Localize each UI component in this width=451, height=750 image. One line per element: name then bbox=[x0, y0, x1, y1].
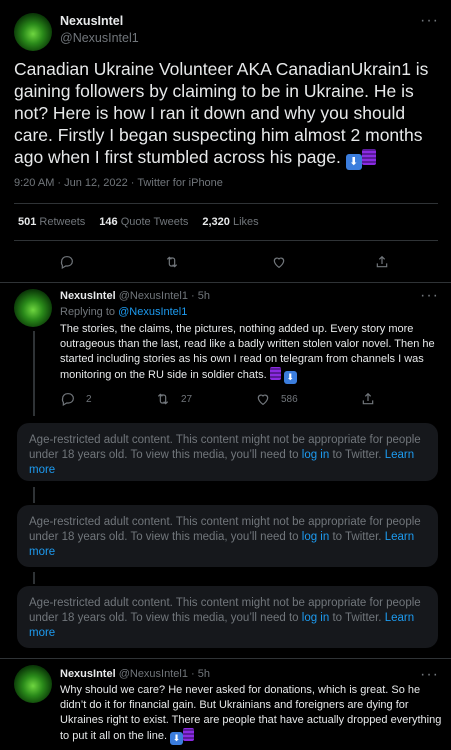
down-arrow-emoji: ⬇ bbox=[345, 154, 362, 170]
like-count: 586 bbox=[281, 393, 298, 405]
author-handle[interactable]: @NexusIntel1 · 5h bbox=[119, 668, 210, 680]
avatar[interactable] bbox=[14, 289, 52, 327]
engagement-stats: 501 Retweets 146 Quote Tweets 2,320 Like… bbox=[18, 216, 259, 228]
age-restricted-notice: Age-restricted adult content. This conte… bbox=[17, 505, 438, 567]
reply-icon bbox=[60, 256, 73, 270]
author-name[interactable]: NexusIntel bbox=[60, 290, 116, 302]
more-icon[interactable]: ··· bbox=[420, 666, 439, 684]
retweet-count: 27 bbox=[181, 393, 193, 405]
down-arrow-emoji: ⬇ bbox=[170, 732, 184, 745]
retweet-button[interactable]: 27 bbox=[155, 391, 192, 407]
login-link[interactable]: log in bbox=[302, 449, 330, 461]
avatar[interactable] bbox=[14, 665, 52, 703]
avatar[interactable] bbox=[14, 13, 52, 51]
retweet-button[interactable] bbox=[164, 254, 180, 270]
like-button[interactable] bbox=[271, 254, 287, 270]
author-handle[interactable]: @NexusIntel1 bbox=[60, 31, 139, 45]
thread-emoji bbox=[269, 367, 281, 380]
share-button[interactable] bbox=[374, 254, 390, 270]
reply-text: The stories, the claims, the pictures, n… bbox=[60, 323, 435, 384]
likes-stat[interactable]: 2,320 Likes bbox=[202, 216, 258, 228]
login-link[interactable]: log in bbox=[302, 531, 330, 543]
replying-to-link[interactable]: @NexusIntel1 bbox=[118, 306, 187, 318]
like-icon bbox=[273, 257, 285, 269]
reply-icon bbox=[61, 393, 74, 407]
reply-button[interactable] bbox=[59, 254, 75, 270]
reply-button[interactable]: 2 bbox=[60, 391, 92, 407]
login-link[interactable]: log in bbox=[302, 612, 330, 624]
down-arrow-emoji: ⬇ bbox=[283, 371, 297, 384]
share-button[interactable] bbox=[360, 391, 376, 407]
share-icon bbox=[362, 392, 374, 405]
author-name[interactable]: NexusIntel bbox=[60, 668, 116, 680]
like-button[interactable]: 586 bbox=[255, 391, 298, 407]
reply-count: 2 bbox=[86, 393, 92, 405]
replying-to: Replying to @NexusIntel1 bbox=[60, 306, 188, 318]
thread-emoji bbox=[183, 728, 195, 741]
author-name[interactable]: NexusIntel bbox=[60, 14, 123, 28]
reply-header: NexusIntel @NexusIntel1 · 5h bbox=[60, 668, 210, 680]
share-icon bbox=[376, 255, 388, 268]
tweet-text: Canadian Ukraine Volunteer AKA CanadianU… bbox=[14, 59, 429, 170]
retweet-icon bbox=[157, 393, 169, 405]
age-restricted-notice: Age-restricted adult content. This conte… bbox=[17, 586, 438, 648]
tweet-meta: 9:20 AM · Jun 12, 2022 · Twitter for iPh… bbox=[14, 177, 223, 189]
thread-emoji bbox=[361, 149, 376, 165]
quotes-stat[interactable]: 146 Quote Tweets bbox=[99, 216, 188, 228]
retweet-icon bbox=[166, 256, 178, 268]
more-icon[interactable]: ··· bbox=[420, 12, 439, 30]
author-handle[interactable]: @NexusIntel1 · 5h bbox=[119, 290, 210, 302]
reply-header: NexusIntel @NexusIntel1 · 5h bbox=[60, 290, 210, 302]
reply-text: Why should we care? He never asked for d… bbox=[60, 684, 442, 745]
more-icon[interactable]: ··· bbox=[420, 287, 439, 305]
age-restricted-notice: Age-restricted adult content. This conte… bbox=[17, 423, 438, 481]
like-icon bbox=[257, 394, 269, 406]
retweets-stat[interactable]: 501 Retweets bbox=[18, 216, 85, 228]
